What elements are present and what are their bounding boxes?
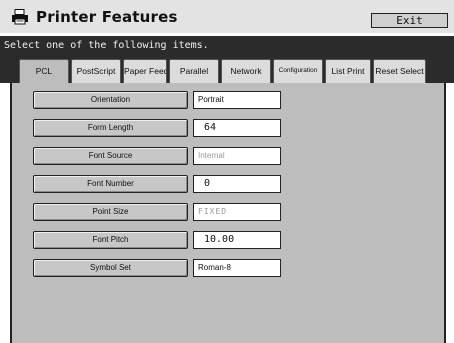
- font-source-value: Internal: [193, 147, 281, 165]
- font-pitch-button[interactable]: Font Pitch: [33, 231, 188, 249]
- pcl-settings-panel: Orientation Portrait Form Length 64 Font…: [10, 83, 446, 343]
- font-pitch-value: 10.00: [193, 231, 281, 249]
- point-size-value: FIXED: [193, 203, 281, 221]
- printer-features-screen: Printer Features Exit Select one of the …: [0, 0, 454, 343]
- tab-list-print[interactable]: List Print: [325, 59, 371, 83]
- tab-pcl[interactable]: PCL: [19, 59, 69, 84]
- symbol-set-value: Roman-8: [193, 259, 281, 277]
- font-source-button[interactable]: Font Source: [33, 147, 188, 165]
- symbol-set-button[interactable]: Symbol Set: [33, 259, 188, 277]
- exit-button[interactable]: Exit: [371, 13, 448, 28]
- form-length-button[interactable]: Form Length: [33, 119, 188, 137]
- instruction-text: Select one of the following items.: [0, 36, 454, 55]
- tab-strip: PCL PostScript Paper Feed Parallel Netwo…: [0, 55, 454, 84]
- form-length-value: 64: [193, 119, 281, 137]
- tab-paper-feed[interactable]: Paper Feed: [123, 59, 167, 83]
- page-title: Printer Features: [36, 8, 178, 26]
- tab-postscript[interactable]: PostScript: [71, 59, 121, 83]
- font-number-button[interactable]: Font Number: [33, 175, 188, 193]
- printer-icon: [12, 9, 28, 25]
- tab-configuration[interactable]: Configuration: [273, 59, 323, 83]
- tab-reset-select[interactable]: Reset Select: [373, 59, 426, 83]
- orientation-value: Portrait: [193, 91, 281, 109]
- tab-parallel[interactable]: Parallel: [169, 59, 219, 83]
- point-size-button[interactable]: Point Size: [33, 203, 188, 221]
- tab-network[interactable]: Network: [221, 59, 271, 83]
- font-number-value: 0: [193, 175, 281, 193]
- orientation-button[interactable]: Orientation: [33, 91, 188, 109]
- title-bar: Printer Features Exit: [0, 0, 454, 33]
